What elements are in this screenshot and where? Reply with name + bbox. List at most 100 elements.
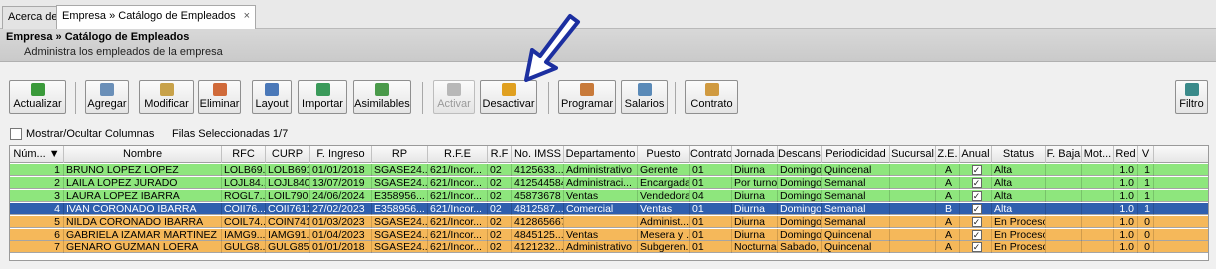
table-row[interactable]: 1BRUNO LOPEZ LOPEZLOLB69...LOLB691...01/… (10, 164, 1208, 176)
column-header[interactable]: Z.E. (936, 146, 960, 163)
annual-checkbox[interactable]: ✓ (971, 165, 982, 175)
contract-icon (704, 83, 719, 96)
column-header[interactable]: Contrato (690, 146, 732, 163)
asimilables-button[interactable]: Asimilables (353, 80, 411, 114)
filter-icon (1184, 83, 1199, 96)
table-cell: Domingo (780, 189, 822, 202)
column-header[interactable]: V (1138, 146, 1154, 163)
tab-label: Acerca de (8, 11, 58, 23)
table-cell: 02 (488, 202, 512, 215)
table-cell: 02 (488, 176, 512, 189)
column-header[interactable]: Departamento (564, 146, 638, 163)
column-header[interactable]: F. Ingreso (310, 146, 372, 163)
table-cell: Alta (992, 189, 1046, 202)
tab-acerca-de[interactable]: Acerca de (2, 6, 64, 29)
table-cell: LOIL790... (268, 189, 310, 202)
contrato-button[interactable]: Contrato (685, 80, 738, 114)
column-header[interactable]: Descanso (778, 146, 822, 163)
column-header[interactable]: Jornada (732, 146, 778, 163)
table-cell: 5 (10, 215, 64, 228)
annual-checkbox[interactable]: ✓ (971, 242, 982, 253)
annual-checkbox[interactable]: ✓ (971, 216, 982, 227)
column-header[interactable]: Mot... (1082, 146, 1114, 163)
table-cell: SGASE24... (374, 164, 428, 176)
layout-button[interactable]: Layout (252, 80, 292, 114)
button-label: Layout (255, 98, 289, 110)
column-header[interactable]: RFC (222, 146, 266, 163)
table-cell: ✓ (960, 241, 992, 254)
table-cell: 02 (488, 228, 512, 241)
annual-checkbox[interactable]: ✓ (971, 190, 982, 201)
annual-checkbox[interactable]: ✓ (971, 203, 982, 214)
column-header[interactable]: Anual (960, 146, 992, 163)
eliminar-button[interactable]: Eliminar (198, 80, 241, 114)
table-cell: 04 (690, 189, 732, 202)
table-cell: 1.0 (1114, 241, 1138, 254)
column-header[interactable]: Red (1114, 146, 1138, 163)
tab-bar: Acerca de Empresa » Catálogo de Empleado… (0, 0, 1216, 29)
table-cell (1082, 189, 1114, 202)
table-cell: 45873678 (512, 189, 564, 202)
table-cell: ✓ (960, 202, 992, 215)
importar-button[interactable]: Importar (298, 80, 347, 114)
table-cell: 621/Incor... (428, 176, 488, 189)
button-label: Eliminar (199, 98, 240, 110)
actualizar-button[interactable]: Actualizar (9, 80, 66, 114)
annual-checkbox[interactable]: ✓ (971, 229, 982, 240)
table-cell: En Proceso (994, 241, 1046, 254)
table-row[interactable]: 4IVAN CORONADO IBARRACOII76...COII7612..… (10, 202, 1208, 215)
employees-table[interactable]: Núm... ▼ Nombre RFC CURP F. Ingreso RP R.F.E R.… (9, 145, 1209, 261)
table-cell: 621/Incor... (428, 202, 488, 215)
column-header[interactable]: Periodicidad (822, 146, 890, 163)
column-header[interactable]: R.F (488, 146, 512, 163)
modificar-button[interactable]: Modificar (139, 80, 194, 114)
table-cell: A (936, 241, 960, 254)
table-cell: LOLB691... (266, 164, 310, 176)
table-cell: A (936, 176, 960, 189)
table-cell: B (936, 202, 960, 215)
table-row[interactable]: 5NILDA CORONADO IBARRACOIL74...COIN741..… (10, 215, 1208, 228)
table-cell: 1 (1138, 176, 1154, 189)
show-hide-columns-checkbox[interactable] (10, 128, 22, 140)
table-cell: 02 (488, 215, 512, 228)
annual-checkbox[interactable]: ✓ (971, 177, 982, 188)
table-row[interactable]: 2LAILA LOPEZ JURADOLOJL84...LOJL840...13… (10, 176, 1208, 189)
column-header[interactable]: CURP (266, 146, 310, 163)
table-cell (890, 241, 936, 254)
column-header[interactable]: Núm... ▼ (10, 146, 64, 163)
column-header[interactable]: R.F.E (428, 146, 488, 163)
table-cell: 4 (10, 202, 64, 215)
table-cell: 4812587... (514, 202, 564, 215)
table-cell: Domingo (780, 176, 822, 189)
table-cell: Semanal (822, 189, 890, 202)
column-header[interactable]: Sucursal (890, 146, 936, 163)
activar-button[interactable]: Activar (433, 80, 475, 114)
salarios-button[interactable]: Salarios (621, 80, 668, 114)
button-label: Modificar (144, 98, 189, 110)
button-label: Salarios (624, 98, 665, 110)
column-header[interactable]: Puesto (638, 146, 690, 163)
table-cell: COIL74... (224, 215, 266, 228)
column-header[interactable]: Nombre (64, 146, 222, 163)
column-header[interactable]: RP (372, 146, 428, 163)
assimilable-icon (375, 83, 389, 96)
table-cell: 01/01/2018 (310, 241, 372, 254)
column-header[interactable]: Status (992, 146, 1046, 163)
filtro-button[interactable]: Filtro (1175, 80, 1208, 114)
grid-options: Mostrar/Ocultar Columnas Filas Seleccion… (0, 125, 1216, 145)
close-icon[interactable]: × (244, 10, 250, 22)
table-cell: 621/Incor... (428, 215, 488, 228)
table-cell: 02 (488, 164, 512, 176)
table-cell: Alta (992, 164, 1046, 176)
table-cell: 01 (690, 176, 732, 189)
table-row[interactable]: 3LAURA LOPEZ IBARRAROGL7...LOIL790...24/… (10, 189, 1208, 202)
table-row[interactable]: 7GENARO GUZMAN LOERAGULG8...GULG85...01/… (10, 241, 1208, 254)
table-row[interactable]: 6 GABRIELA IZAMAR MARTINEZ IAMG9... IAMG91.… (10, 228, 1208, 241)
tab-catalogo-empleados[interactable]: Empresa » Catálogo de Empleados × (56, 5, 257, 29)
agregar-button[interactable]: Agregar (85, 80, 129, 114)
column-header[interactable]: No. IMSS (512, 146, 564, 163)
table-cell (1082, 228, 1114, 241)
table-cell: 4121232... (514, 241, 564, 254)
column-header[interactable]: F. Baja (1046, 146, 1082, 163)
table-cell: 01/03/2023 (310, 215, 372, 228)
